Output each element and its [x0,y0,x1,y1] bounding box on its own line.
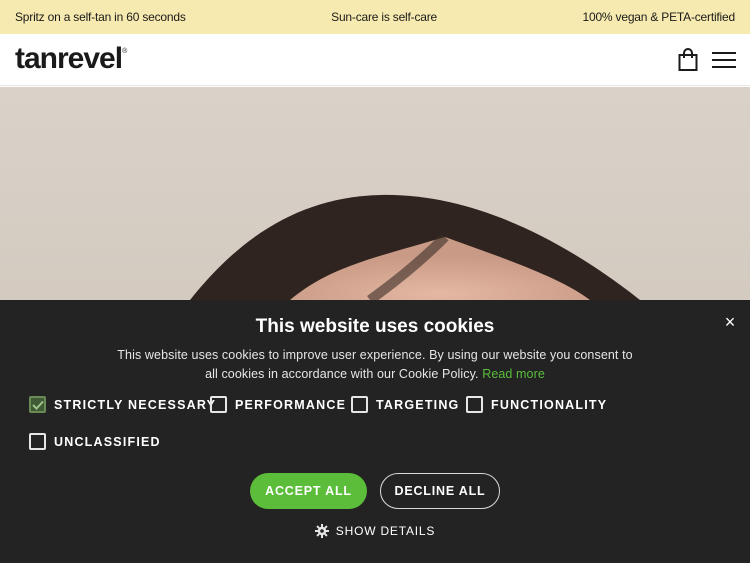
cookie-title: This website uses cookies [255,316,495,337]
show-details-label: SHOW DETAILS [335,524,436,538]
show-details-button[interactable]: SHOW DETAILS [0,524,750,538]
checkbox-performance[interactable]: PERFORMANCE [210,396,346,413]
checkbox-unchecked[interactable] [466,396,483,413]
checkbox-checked[interactable] [29,396,46,413]
announcement-center: Sun-care is self-care [331,10,437,24]
announcement-left: Spritz on a self-tan in 60 seconds [15,10,186,24]
announcement-bar: Spritz on a self-tan in 60 seconds Sun-c… [0,0,750,34]
site-header: tanrevel® [0,34,750,86]
announcement-right: 100% vegan & PETA-certified [582,10,736,24]
cookie-banner: This website uses cookies × This website… [0,300,750,563]
hero-image [0,87,750,300]
checkbox-unchecked[interactable] [351,396,368,413]
decline-all-button[interactable]: DECLINE ALL [380,473,500,509]
checkbox-label: TARGETING [376,397,460,412]
accept-all-button[interactable]: ACCEPT ALL [250,473,367,509]
close-icon[interactable]: × [720,312,740,332]
checkbox-label: UNCLASSIFIED [54,434,161,449]
shopping-bag-icon[interactable] [677,48,699,72]
logo-text: tanrevel [15,42,123,75]
checkbox-unclassified[interactable]: UNCLASSIFIED [29,433,161,450]
hamburger-menu-icon[interactable] [712,50,736,70]
gear-icon [314,524,329,538]
logo[interactable]: tanrevel® [15,42,127,76]
checkbox-unchecked[interactable] [29,433,46,450]
cookie-description: This website uses cookies to improve use… [110,346,640,384]
read-more-link[interactable]: Read more [482,367,545,381]
checkbox-targeting[interactable]: TARGETING [351,396,459,413]
checkbox-functionality[interactable]: FUNCTIONALITY [466,396,607,413]
checkmark-icon [31,400,44,410]
logo-registered-mark: ® [122,48,127,55]
checkbox-unchecked[interactable] [210,396,227,413]
checkbox-label: STRICTLY NECESSARY [54,397,217,412]
checkbox-strictly-necessary[interactable]: STRICTLY NECESSARY [29,396,216,413]
checkbox-label: PERFORMANCE [235,397,347,412]
checkbox-label: FUNCTIONALITY [491,397,608,412]
cookie-description-text: This website uses cookies to improve use… [117,348,633,381]
